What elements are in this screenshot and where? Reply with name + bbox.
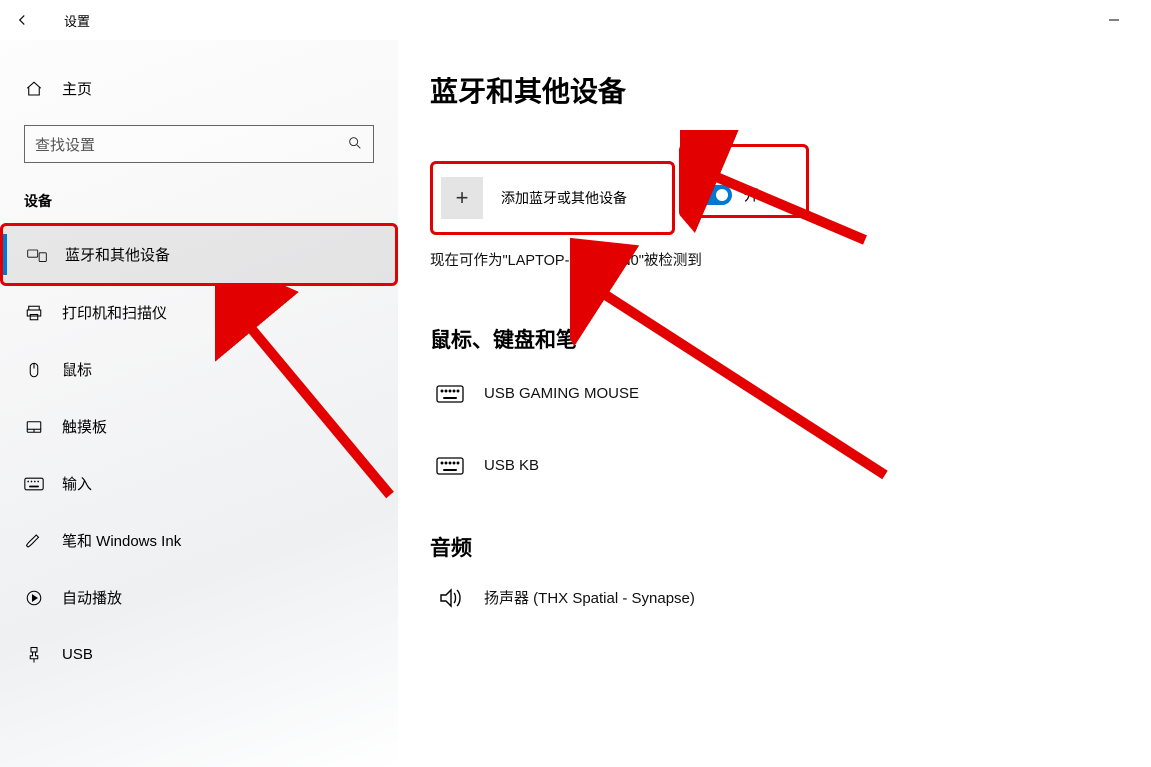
sidebar-item-label: 自动播放 <box>62 587 122 608</box>
annotation-highlight-bt: 蓝牙 开 <box>679 144 809 218</box>
sidebar-item-printers[interactable]: 打印机和扫描仪 <box>0 284 398 341</box>
mouse-icon <box>24 360 44 380</box>
back-button[interactable] <box>10 8 34 32</box>
keyboard-icon <box>24 474 44 494</box>
audio-header: 音频 <box>430 532 1151 562</box>
usb-icon <box>24 645 44 665</box>
sidebar-item-bluetooth[interactable]: 蓝牙和其他设备 <box>3 226 395 283</box>
keyboard-device-icon <box>434 454 466 478</box>
sidebar-item-label: 鼠标 <box>62 359 92 380</box>
device-row[interactable]: 扬声器 (THX Spatial - Synapse) <box>430 572 1151 624</box>
device-row[interactable]: USB GAMING MOUSE <box>430 368 1151 420</box>
sidebar-item-mouse[interactable]: 鼠标 <box>0 341 398 398</box>
bluetooth-devices-icon <box>27 245 47 265</box>
pen-icon <box>24 531 44 551</box>
bluetooth-toggle-state: 开 <box>744 184 759 205</box>
home-nav[interactable]: 主页 <box>0 70 398 107</box>
sidebar-item-label: 蓝牙和其他设备 <box>65 244 170 265</box>
discoverable-text: 现在可作为"LAPTOP-8PE1J0N0"被检测到 <box>430 249 1151 270</box>
printer-icon <box>24 303 44 323</box>
home-icon <box>24 79 44 99</box>
home-label: 主页 <box>62 78 92 99</box>
add-device-button[interactable]: + 添加蓝牙或其他设备 <box>430 161 675 235</box>
bluetooth-toggle-row: 开 <box>688 184 786 205</box>
sidebar-item-label: 笔和 Windows Ink <box>62 530 181 551</box>
sidebar-item-label: 打印机和扫描仪 <box>62 302 167 323</box>
sidebar: 主页 查找设置 设备 蓝牙和其他设备 打印机和扫描仪 鼠标 触摸板 <box>0 40 398 767</box>
sidebar-item-label: 输入 <box>62 473 92 494</box>
device-label: USB KB <box>484 457 539 474</box>
app-title: 设置 <box>64 11 90 30</box>
autoplay-icon <box>24 588 44 608</box>
search-input[interactable]: 查找设置 <box>24 125 374 163</box>
search-placeholder: 查找设置 <box>35 134 347 155</box>
annotation-highlight-nav: 蓝牙和其他设备 <box>0 223 398 286</box>
sidebar-item-pen[interactable]: 笔和 Windows Ink <box>0 512 398 569</box>
main-content: 蓝牙和其他设备 + 添加蓝牙或其他设备 蓝牙 开 现在可作为"LAPTOP-8P… <box>430 40 1151 767</box>
category-label: 设备 <box>0 191 398 211</box>
sidebar-item-usb[interactable]: USB <box>0 626 398 683</box>
sidebar-item-label: USB <box>62 646 93 663</box>
titlebar: 设置 <box>0 0 1151 40</box>
add-device-label: 添加蓝牙或其他设备 <box>501 188 627 208</box>
search-icon <box>347 135 363 154</box>
touchpad-icon <box>24 417 44 437</box>
titlebar-left: 设置 <box>10 8 90 32</box>
page-title: 蓝牙和其他设备 <box>430 70 1151 110</box>
bluetooth-section-label: 蓝牙 <box>688 153 786 174</box>
sidebar-item-typing[interactable]: 输入 <box>0 455 398 512</box>
sidebar-item-label: 触摸板 <box>62 416 107 437</box>
mouse-keyboard-header: 鼠标、键盘和笔 <box>430 324 1151 354</box>
plus-icon: + <box>441 177 483 219</box>
device-label: USB GAMING MOUSE <box>484 385 639 402</box>
bluetooth-toggle[interactable] <box>688 185 732 205</box>
sidebar-item-touchpad[interactable]: 触摸板 <box>0 398 398 455</box>
keyboard-device-icon <box>434 382 466 406</box>
minimize-button[interactable] <box>1091 4 1137 36</box>
speaker-icon <box>434 586 466 610</box>
device-row[interactable]: USB KB <box>430 440 1151 492</box>
sidebar-item-autoplay[interactable]: 自动播放 <box>0 569 398 626</box>
device-label: 扬声器 (THX Spatial - Synapse) <box>484 587 695 608</box>
window-controls <box>1091 4 1151 36</box>
